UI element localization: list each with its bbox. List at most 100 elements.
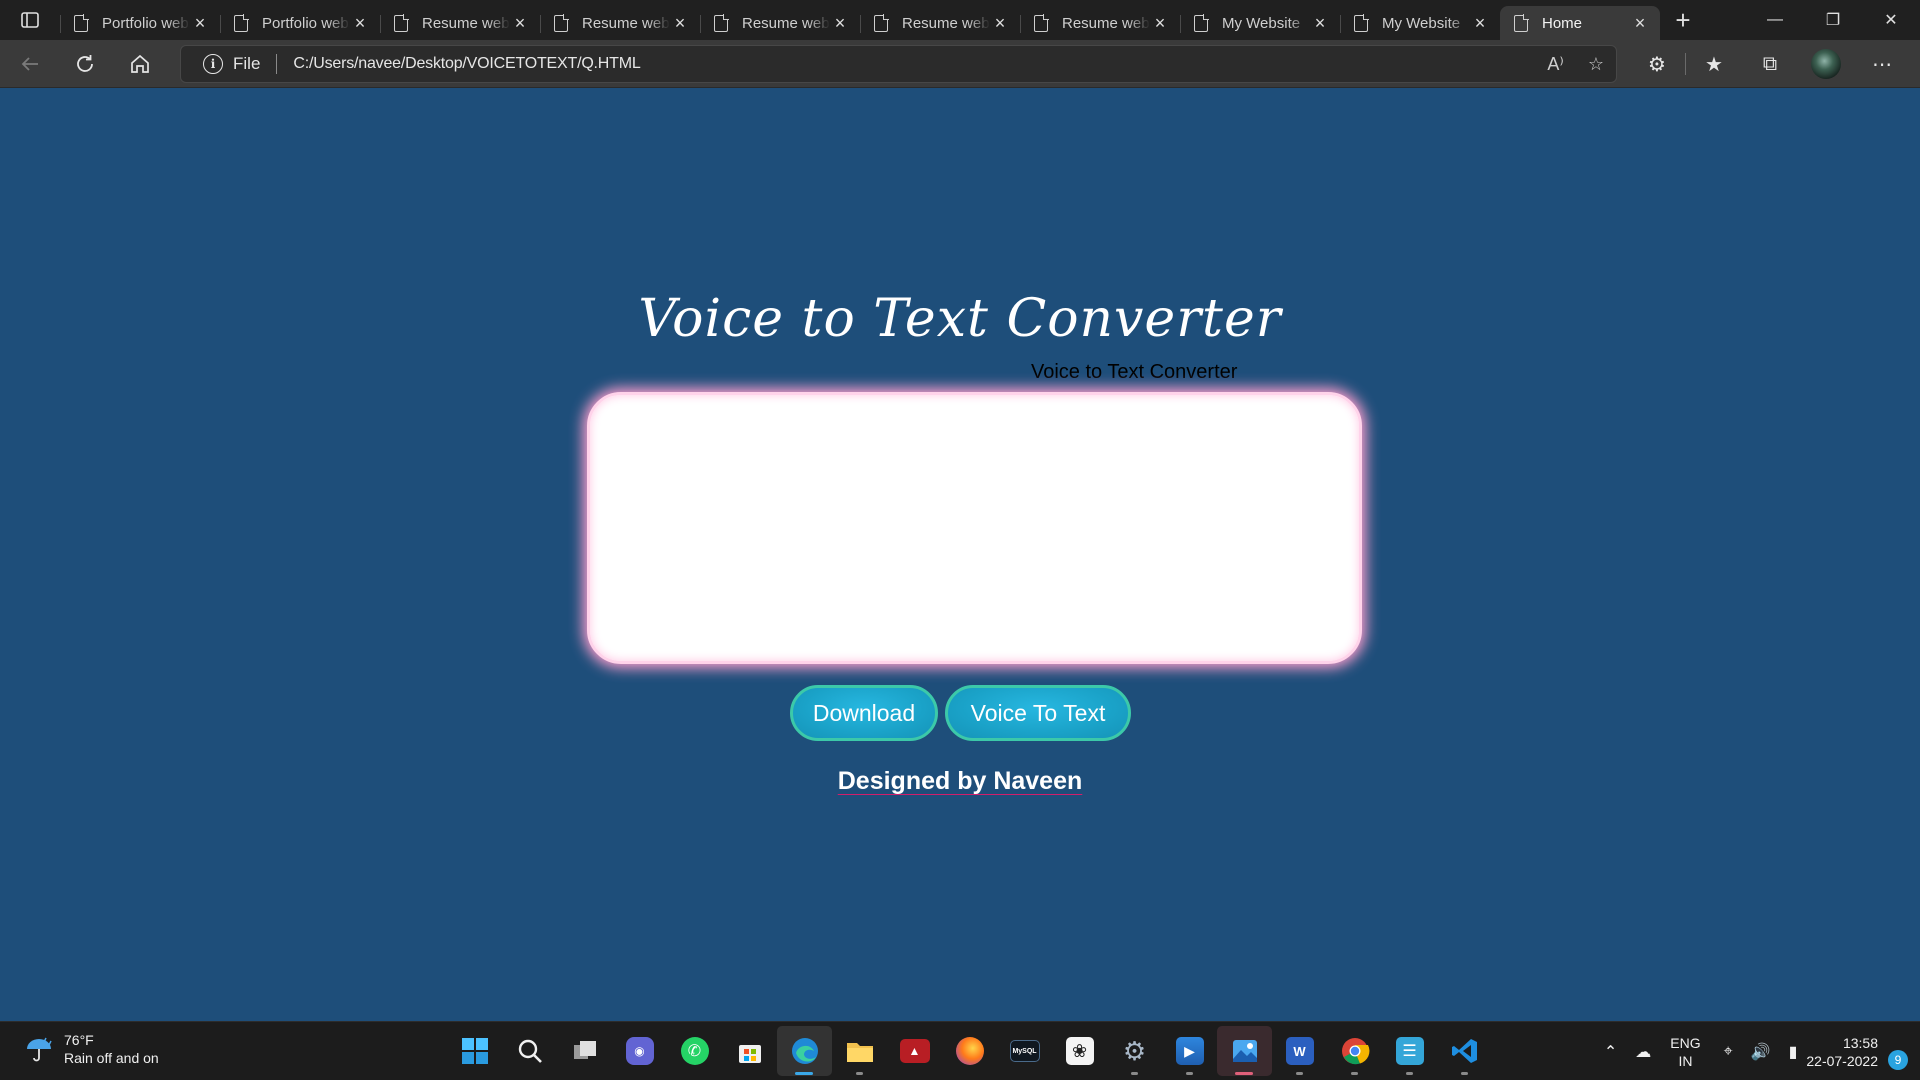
close-icon[interactable]: × [510,13,530,33]
notepad-button[interactable]: ☰ [1382,1026,1437,1076]
page-icon [554,13,569,32]
mysql-shell-button[interactable]: MySQL [997,1026,1052,1076]
refresh-button[interactable] [60,44,110,84]
close-icon[interactable]: × [1470,13,1490,33]
chrome-button[interactable] [1327,1026,1382,1076]
address-bar[interactable]: i File C:/Users/navee/Desktop/VOICETOTEX… [180,45,1617,83]
firefox-button[interactable] [942,1026,997,1076]
browser-tab[interactable]: Resume website× [860,7,1020,39]
running-indicator [1406,1072,1413,1075]
tab-label: Resume website [742,14,830,32]
browser-tab-bar: Portfolio website× Portfolio website× Re… [0,0,1920,40]
search-button[interactable] [502,1026,557,1076]
browser-tab[interactable]: Resume website× [1020,7,1180,39]
show-hidden-icons-icon[interactable]: ⌃ [1604,1042,1617,1062]
page-title: Voice to Text Converter [638,289,1282,349]
page-subtitle: Voice to Text Converter [1031,361,1238,383]
clock[interactable]: 13:58 22-07-2022 [1806,1034,1878,1070]
back-button[interactable] [5,44,55,84]
close-icon[interactable]: × [1310,13,1330,33]
tab-label: Resume website [422,14,510,32]
voice-to-text-button[interactable]: Voice To Text [945,685,1131,741]
running-indicator [1296,1072,1303,1075]
file-explorer-button[interactable] [832,1026,887,1076]
close-icon[interactable]: × [830,13,850,33]
running-indicator [1461,1072,1468,1075]
notepad-icon: ☰ [1395,1037,1424,1065]
collections-icon[interactable]: ⧉ [1742,44,1798,84]
browser-tab[interactable]: Resume website× [380,7,540,39]
browser-tab[interactable]: Portfolio website× [220,7,380,39]
favorites-icon[interactable]: ★ [1686,44,1742,84]
browser-tab[interactable]: My Website × [1180,7,1340,39]
read-aloud-icon[interactable]: A⁾ [1547,54,1563,75]
photos-button[interactable] [1217,1026,1272,1076]
store-button[interactable] [722,1026,777,1076]
close-icon[interactable]: × [990,13,1010,33]
teams-chat-icon: ◉ [625,1037,654,1065]
close-icon[interactable]: × [190,13,210,33]
more-options-icon[interactable]: ⋯ [1854,44,1910,84]
teams-chat-button[interactable]: ◉ [612,1026,667,1076]
running-indicator [1186,1072,1193,1075]
browser-tab-active[interactable]: Home × [1500,6,1660,40]
close-icon[interactable]: × [670,13,690,33]
tab-label: Portfolio website [102,14,190,32]
inkscape-icon: ❀ [1065,1037,1094,1065]
notification-badge[interactable]: 9 [1888,1049,1908,1070]
add-favorite-icon[interactable]: ☆ [1588,54,1604,75]
mysql-shell-icon: MySQL [1009,1040,1040,1062]
close-window-button[interactable]: ✕ [1862,0,1920,40]
browser-tab[interactable]: My Website × [1340,7,1500,39]
mysql-workbench-button[interactable]: ▲ [887,1026,942,1076]
browser-tab[interactable]: Resume website× [700,7,860,39]
download-button[interactable]: Download [790,685,938,741]
media-player-button[interactable]: ▶ [1162,1026,1217,1076]
page-icon [1514,13,1529,32]
minimize-button[interactable]: — [1746,0,1804,40]
volume-icon[interactable]: 🔊 [1751,1042,1771,1062]
settings-button[interactable]: ⚙ [1107,1026,1162,1076]
language-indicator[interactable]: ENG IN [1670,1034,1700,1070]
new-tab-button[interactable]: + [1660,0,1706,40]
home-button[interactable] [115,44,165,84]
inkscape-button[interactable]: ❀ [1052,1026,1107,1076]
tab-label: My Website [1222,14,1301,32]
transcript-textarea[interactable] [587,392,1362,664]
vscode-button[interactable] [1437,1026,1492,1076]
whatsapp-button[interactable]: ✆ [667,1026,722,1076]
rain-umbrella-icon [27,1037,52,1062]
onedrive-cloud-icon[interactable]: ☁ [1635,1042,1651,1062]
info-icon[interactable]: i [203,54,223,74]
credit-text: Designed by Naveen [837,767,1083,795]
tab-label: Resume website [1062,14,1150,32]
weather-condition: Rain off and on [64,1050,159,1066]
weather-widget[interactable]: 76°F Rain off and on [22,1031,159,1067]
search-icon [518,1039,542,1063]
browser-tab[interactable]: Portfolio website× [60,7,220,39]
close-icon[interactable]: × [1150,13,1170,33]
task-view-button[interactable] [557,1026,612,1076]
edge-button[interactable] [777,1026,832,1076]
start-icon [461,1038,488,1064]
word-button[interactable]: W [1272,1026,1327,1076]
scheme-label: File [233,54,261,73]
photos-icon [1232,1040,1257,1062]
extensions-icon[interactable]: ⚙ [1629,44,1685,84]
url-text[interactable]: C:/Users/navee/Desktop/VOICETOTEXT/Q.HTM… [293,55,640,73]
store-icon [738,1045,761,1063]
browser-tab[interactable]: Resume website× [540,7,700,39]
wifi-icon[interactable]: ⌖ [1724,1043,1733,1061]
tab-label: Home [1542,14,1583,32]
tab-actions-menu-icon[interactable] [0,0,60,40]
language-region: IN [1678,1052,1693,1069]
battery-icon[interactable]: ▮ [1789,1042,1798,1062]
avatar [1811,49,1841,79]
start-button[interactable] [447,1026,502,1076]
profile-avatar[interactable] [1798,44,1854,84]
close-icon[interactable]: × [350,13,370,33]
restore-button[interactable]: ❐ [1804,0,1862,40]
web-page: Voice to Text Converter Voice to Text Co… [0,89,1920,1021]
page-icon [74,13,89,32]
close-icon[interactable]: × [1630,13,1650,33]
